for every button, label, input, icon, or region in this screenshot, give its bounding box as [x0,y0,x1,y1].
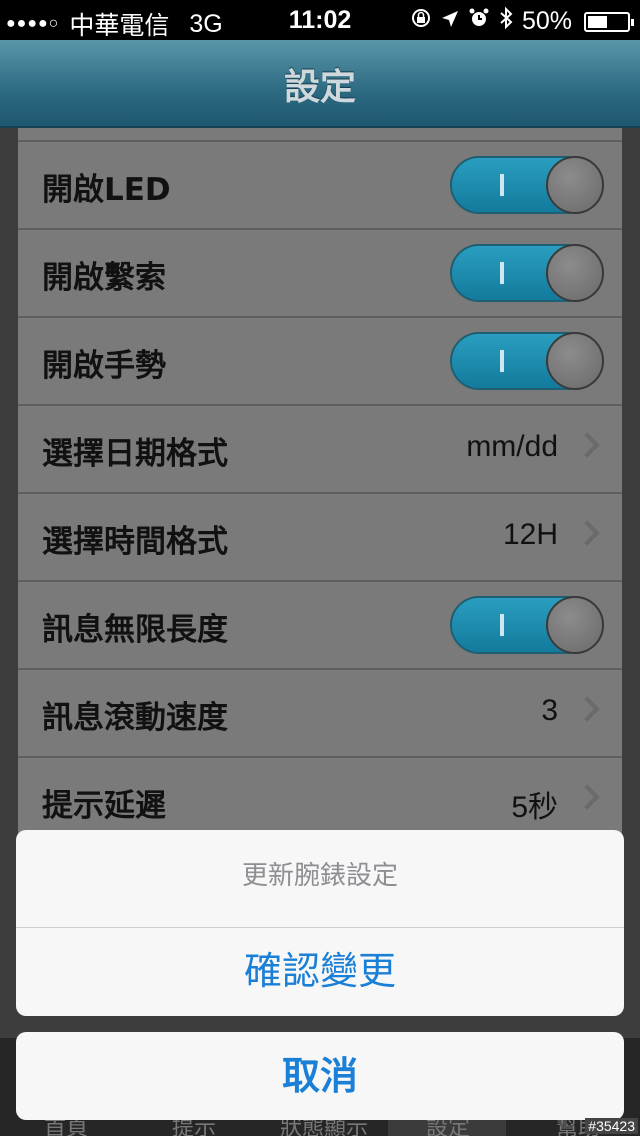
setting-row-scroll-speed[interactable]: 訊息滾動速度 3 [18,668,622,756]
date-format-value: mm/dd [466,430,558,463]
bluetooth-icon [498,6,514,37]
gesture-toggle[interactable] [450,332,604,390]
navigation-bar: 設定 [0,40,640,128]
setting-row-led: 開啟LED [18,140,622,228]
setting-row-unlimited-message: 訊息無限長度 [18,580,622,668]
setting-label: 提示延遲 [42,788,166,824]
setting-label: 選擇日期格式 [42,436,228,472]
setting-label: 訊息滾動速度 [42,700,228,736]
watermark-label: #35423 [585,1118,638,1134]
settings-list: 開啟LED 開啟繫索 開啟手勢 選擇日期格式 mm/dd 選擇時間格式 12H … [18,128,622,844]
toggle-on-indicator [500,614,504,636]
location-icon [440,7,460,36]
chevron-right-icon [574,784,600,810]
setting-label: 訊息無限長度 [42,612,228,648]
chevron-right-icon [574,432,600,458]
action-sheet: 更新腕錶設定 確認變更 [16,830,624,1016]
toggle-knob [546,596,604,654]
setting-row-date-format[interactable]: 選擇日期格式 mm/dd [18,404,622,492]
setting-row-gesture: 開啟手勢 [18,316,622,404]
battery-percent: 50% [521,7,572,35]
toggle-on-indicator [500,262,504,284]
setting-label: 開啟LED [42,172,171,208]
cancel-button[interactable]: 取消 [16,1032,624,1120]
time-format-value: 12H [502,518,558,551]
toggle-on-indicator [500,174,504,196]
notify-delay-value: 5秒 [511,791,558,824]
battery-level [588,15,607,28]
action-sheet-title: 更新腕錶設定 [16,830,624,928]
chevron-right-icon [574,520,600,546]
setting-row-lanyard: 開啟繫索 [18,228,622,316]
lanyard-toggle[interactable] [450,244,604,302]
toggle-on-indicator [500,350,504,372]
scroll-speed-value: 3 [541,694,558,727]
toggle-knob [546,156,604,214]
battery-icon [584,11,634,32]
status-bar: ●●●●○ 中華電信 3G 11:02 50% [0,0,640,40]
unlimited-message-toggle[interactable] [450,596,604,654]
setting-label: 開啟手勢 [42,348,166,384]
settings-list-top-cell [18,128,622,140]
rotation-lock-icon [410,7,432,36]
toggle-knob [546,244,604,302]
chevron-right-icon [574,696,600,722]
setting-label: 選擇時間格式 [42,524,228,560]
setting-row-time-format[interactable]: 選擇時間格式 12H [18,492,622,580]
page-title: 設定 [283,67,356,108]
alarm-icon [468,7,490,36]
toggle-knob [546,332,604,390]
confirm-changes-button[interactable]: 確認變更 [16,929,624,1016]
led-toggle[interactable] [450,156,604,214]
setting-label: 開啟繫索 [42,260,166,296]
